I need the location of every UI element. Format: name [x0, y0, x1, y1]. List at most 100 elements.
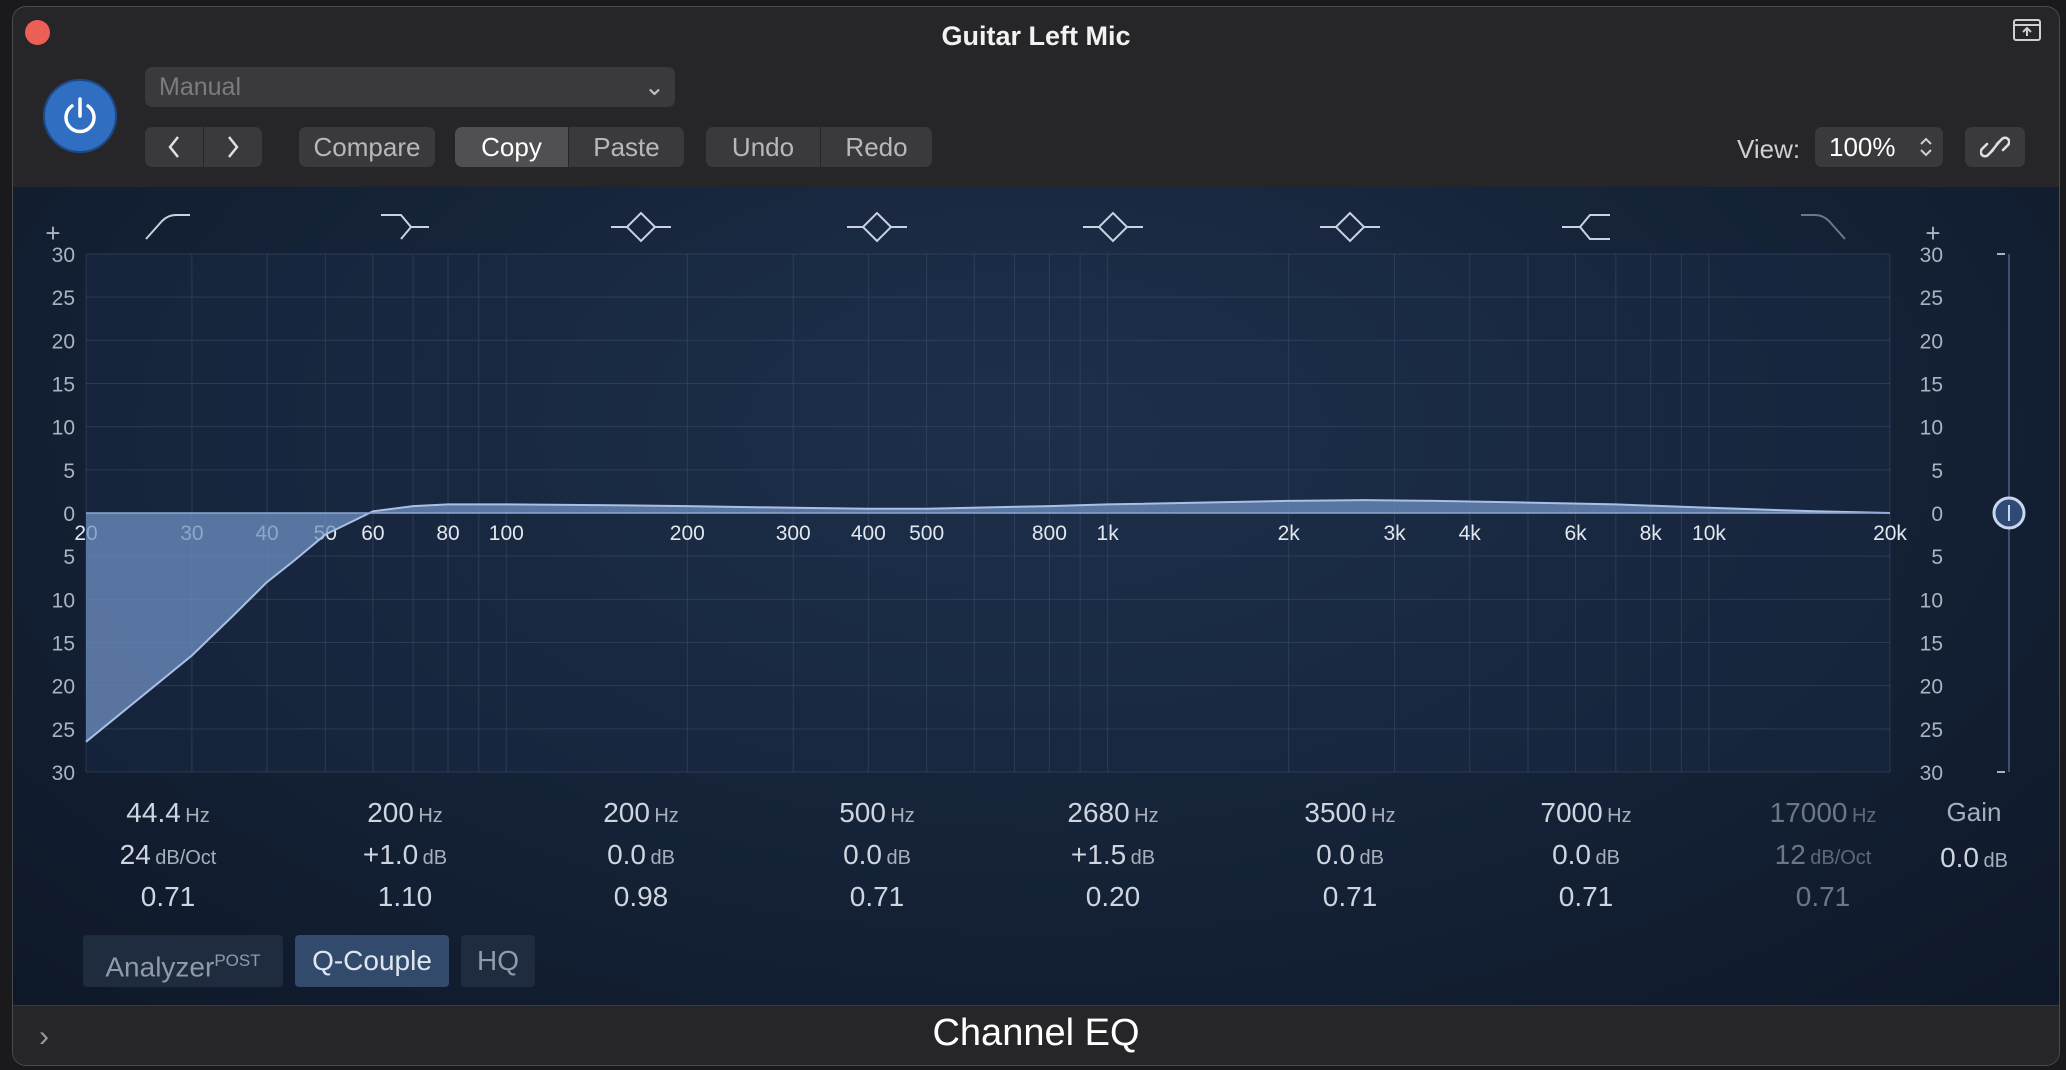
band-frequency[interactable]: 7000 Hz	[1486, 797, 1686, 829]
plugin-window: Guitar Left Mic Manual ⌄ Compare Copy Pa…	[12, 6, 2060, 1066]
gain-value: 0.0	[843, 839, 882, 870]
gain-tick-label-right: 5	[1931, 460, 1943, 483]
band-gain[interactable]: 12 dB/Oct	[1723, 839, 1923, 871]
band-8-params[interactable]: 17000 Hz 12 dB/Oct 0.71	[1723, 797, 1923, 913]
band-4-params[interactable]: 500 Hz 0.0 dB 0.71	[777, 797, 977, 913]
gain-tick-label-left: 25	[52, 719, 75, 742]
previous-preset-button[interactable]	[145, 127, 203, 167]
band-q[interactable]: 0.20	[1013, 881, 1213, 913]
gain-tick-label-left: 15	[52, 374, 75, 397]
band-frequency[interactable]: 17000 Hz	[1723, 797, 1923, 829]
compare-button[interactable]: Compare	[299, 127, 435, 167]
view-label: View:	[1737, 134, 1801, 164]
band-q[interactable]: 0.71	[68, 881, 268, 913]
low-shelf-icon[interactable]	[381, 214, 429, 240]
master-gain[interactable]: Gain 0.0 dB	[1909, 797, 2039, 874]
power-button[interactable]	[43, 79, 117, 153]
undo-button[interactable]: Undo	[706, 127, 820, 167]
band-gain[interactable]: 24 dB/Oct	[68, 839, 268, 871]
band-frequency[interactable]: 2680 Hz	[1013, 797, 1213, 829]
copy-button[interactable]: Copy	[455, 127, 568, 167]
q-value: 0.71	[1558, 881, 1614, 912]
link-icon	[1979, 136, 2011, 158]
gain-value: 24	[119, 839, 151, 870]
band-frequency[interactable]: 44.4 Hz	[68, 797, 268, 829]
low-cut-icon[interactable]	[145, 214, 190, 240]
band-7-params[interactable]: 7000 Hz 0.0 dB 0.71	[1486, 797, 1686, 913]
band-frequency[interactable]: 3500 Hz	[1250, 797, 1450, 829]
open-in-window-icon[interactable]	[2013, 19, 2041, 41]
band-q[interactable]: 1.10	[305, 881, 505, 913]
gain-tick-label-right: 5	[1931, 546, 1943, 569]
gain-tick-label-left: 15	[52, 633, 75, 656]
gain-tick-label-left: 10	[52, 417, 75, 440]
analyzer-toggle[interactable]: AnalyzerPOST	[83, 935, 283, 987]
frequency-tick-label: 8k	[1640, 522, 1663, 545]
q-value: 0.71	[849, 881, 905, 912]
high-shelf-icon[interactable]	[1562, 214, 1610, 240]
add-band-right-icon[interactable]: +	[1925, 218, 1940, 248]
gain-unit-value: dB/Oct	[1810, 847, 1872, 869]
gain-value: +1.0	[362, 839, 419, 870]
power-icon	[64, 97, 96, 134]
freq-unit-value: Hz	[1607, 805, 1632, 827]
plugin-footer: › Channel EQ	[13, 1005, 2059, 1065]
band-gain[interactable]: 0.0 dB	[777, 839, 977, 871]
band-q[interactable]: 0.71	[1486, 881, 1686, 913]
next-preset-button[interactable]	[204, 127, 262, 167]
band-q[interactable]: 0.71	[1723, 881, 1923, 913]
gain-tick-label-right: 15	[1920, 633, 1943, 656]
frequency-tick-label: 20k	[1873, 522, 1907, 545]
eq-graph-panel: 30 30 25 25 20 20 15 15 10 10 5 5 0 0 5 5 10 10 15 15 20 20 25…	[13, 187, 2059, 1005]
hq-toggle[interactable]: HQ	[461, 935, 535, 987]
gain-tick-label-left: 30	[52, 762, 75, 785]
high-cut-icon[interactable]	[1801, 214, 1846, 240]
peak-icon[interactable]	[1320, 211, 1380, 243]
chevron-left-icon	[168, 136, 179, 158]
freq-unit-value: Hz	[1134, 805, 1159, 827]
band-frequency[interactable]: 200 Hz	[305, 797, 505, 829]
updown-stepper-icon	[1920, 137, 1932, 157]
gain-unit-value: dB/Oct	[155, 847, 217, 869]
gain-unit-value: dB	[886, 847, 911, 869]
frequency-tick-label: 300	[776, 522, 811, 545]
freq-value: 2680	[1067, 797, 1130, 828]
redo-button[interactable]: Redo	[821, 127, 932, 167]
gain-unit-value: dB	[1359, 847, 1384, 869]
frequency-tick-label: 3k	[1383, 522, 1406, 545]
q-couple-toggle[interactable]: Q-Couple	[295, 935, 449, 987]
band-frequency[interactable]: 200 Hz	[541, 797, 741, 829]
band-frequency[interactable]: 500 Hz	[777, 797, 977, 829]
freq-value: 200	[603, 797, 650, 828]
band-gain[interactable]: 0.0 dB	[541, 839, 741, 871]
paste-button[interactable]: Paste	[569, 127, 684, 167]
frequency-tick-label: 80	[436, 522, 459, 545]
analyzer-post-label: POST	[214, 951, 261, 970]
band-q[interactable]: 0.71	[777, 881, 977, 913]
band-q[interactable]: 0.98	[541, 881, 741, 913]
peak-icon[interactable]	[1083, 211, 1143, 243]
master-gain-unit: dB	[1983, 850, 2008, 872]
band-6-params[interactable]: 3500 Hz 0.0 dB 0.71	[1250, 797, 1450, 913]
frequency-tick-label: 2k	[1278, 522, 1301, 545]
view-zoom-stepper[interactable]: 100%	[1815, 127, 1943, 167]
band-gain[interactable]: +1.5 dB	[1013, 839, 1213, 871]
band-1-params[interactable]: 44.4 Hz 24 dB/Oct 0.71	[68, 797, 268, 913]
gain-value: 12	[1774, 839, 1806, 870]
band-gain[interactable]: +1.0 dB	[305, 839, 505, 871]
band-2-params[interactable]: 200 Hz +1.0 dB 1.10	[305, 797, 505, 913]
band-gain[interactable]: 0.0 dB	[1486, 839, 1686, 871]
peak-icon[interactable]	[847, 211, 907, 243]
freq-value: 17000	[1769, 797, 1848, 828]
gain-tick-label-right: 15	[1920, 374, 1943, 397]
preset-dropdown[interactable]: Manual ⌄	[145, 67, 675, 107]
gain-unit-value: dB	[422, 847, 448, 869]
band-3-params[interactable]: 200 Hz 0.0 dB 0.98	[541, 797, 741, 913]
band-gain[interactable]: 0.0 dB	[1250, 839, 1450, 871]
link-button[interactable]	[1965, 127, 2025, 167]
band-q[interactable]: 0.71	[1250, 881, 1450, 913]
band-5-params[interactable]: 2680 Hz +1.5 dB 0.20	[1013, 797, 1213, 913]
freq-value: 500	[839, 797, 886, 828]
add-band-left-icon[interactable]: +	[45, 218, 60, 248]
peak-icon[interactable]	[611, 211, 671, 243]
